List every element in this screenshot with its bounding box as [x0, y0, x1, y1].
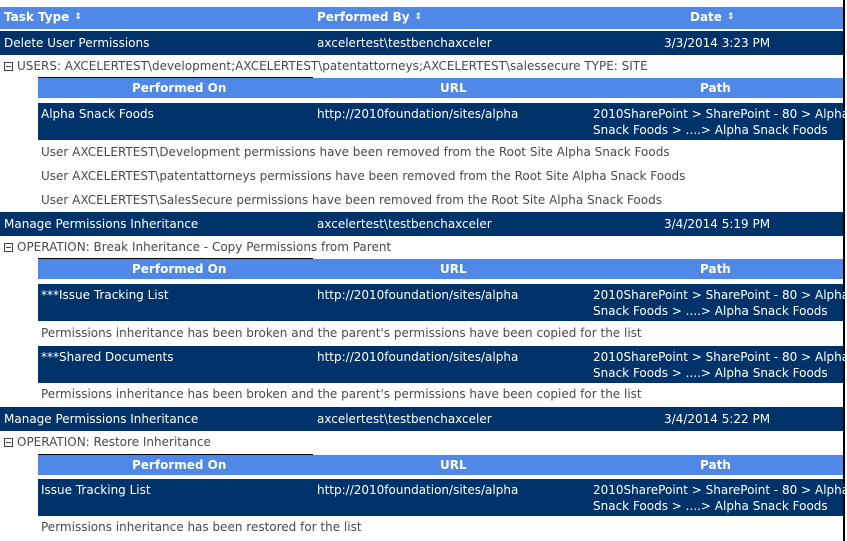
- detail-message: User AXCELERTEST\Development permissions…: [41, 145, 670, 159]
- detail-message: Permissions inheritance has been restore…: [41, 520, 362, 534]
- url: http://2010foundation/sites/alpha: [317, 350, 519, 364]
- table-header: Task Type ⇕ Performed By ⇕ Date ⇕: [0, 7, 843, 29]
- collapse-icon[interactable]: [4, 242, 13, 252]
- detail-row[interactable]: ***Shared Documents http://2010foundatio…: [38, 346, 847, 383]
- detail-row[interactable]: ***Issue Tracking List http://2010founda…: [38, 284, 847, 321]
- detail-row[interactable]: Alpha Snack Foods http://2010foundation/…: [38, 103, 847, 140]
- path: 2010SharePoint > SharePoint - 80 > Alpha…: [593, 349, 847, 381]
- sort-icon[interactable]: ⇕: [727, 13, 735, 22]
- audit-report: Task Type ⇕ Performed By ⇕ Date ⇕ Delete…: [0, 0, 847, 541]
- detail-row[interactable]: Issue Tracking List http://2010foundatio…: [38, 479, 847, 516]
- operation-row: OPERATION: Restore Inheritance: [4, 432, 211, 452]
- table-row[interactable]: Delete User Permissions axcelertest\test…: [0, 31, 843, 55]
- operation-row: OPERATION: Break Inheritance - Copy Perm…: [4, 237, 391, 257]
- column-header-url: URL: [440, 458, 467, 472]
- performed-by: axcelertest\testbenchaxceler: [317, 36, 492, 50]
- detail-message: User AXCELERTEST\patentattorneys permiss…: [41, 169, 686, 183]
- sort-performed-by[interactable]: Performed By ⇕: [317, 10, 422, 24]
- sort-date[interactable]: Date ⇕: [690, 10, 734, 24]
- operation-text: OPERATION: Restore Inheritance: [17, 435, 211, 449]
- column-header-url: URL: [440, 81, 467, 95]
- column-header-performed-by: Performed By: [317, 10, 410, 24]
- collapse-icon[interactable]: [4, 437, 13, 447]
- column-header-performed-on: Performed On: [132, 458, 227, 472]
- path: 2010SharePoint > SharePoint - 80 > Alpha…: [593, 287, 847, 319]
- performed-on: ***Issue Tracking List: [41, 288, 169, 302]
- operation-text: USERS: AXCELERTEST\development;AXCELERTE…: [17, 59, 648, 73]
- sort-icon[interactable]: ⇕: [415, 13, 423, 22]
- path: 2010SharePoint > SharePoint - 80 > Alpha…: [593, 482, 847, 514]
- date: 3/4/2014 5:22 PM: [664, 412, 771, 426]
- task-type: Delete User Permissions: [4, 36, 150, 50]
- column-header-url: URL: [440, 262, 467, 276]
- path-line: 2010SharePoint > SharePoint - 80 > Alpha: [593, 483, 847, 497]
- operation-row: USERS: AXCELERTEST\development;AXCELERTE…: [4, 56, 648, 76]
- path-line: Snack Foods > ....> Alpha Snack Foods: [593, 366, 828, 380]
- detail-message: User AXCELERTEST\SalesSecure permissions…: [41, 193, 662, 207]
- url: http://2010foundation/sites/alpha: [317, 483, 519, 497]
- path-line: 2010SharePoint > SharePoint - 80 > Alpha: [593, 350, 847, 364]
- performed-by: axcelertest\testbenchaxceler: [317, 217, 492, 231]
- performed-on: Alpha Snack Foods: [41, 107, 154, 121]
- column-header-path: Path: [700, 262, 731, 276]
- performed-on: Issue Tracking List: [41, 483, 151, 497]
- task-type: Manage Permissions Inheritance: [4, 217, 199, 231]
- performed-by: axcelertest\testbenchaxceler: [317, 412, 492, 426]
- path-line: Snack Foods > ....> Alpha Snack Foods: [593, 123, 828, 137]
- table-row[interactable]: Manage Permissions Inheritance axcelerte…: [0, 212, 843, 236]
- path-line: 2010SharePoint > SharePoint - 80 > Alpha: [593, 107, 847, 121]
- column-header-task-type: Task Type: [4, 10, 70, 24]
- column-header-performed-on: Performed On: [132, 81, 227, 95]
- sort-task-type[interactable]: Task Type ⇕: [4, 10, 82, 24]
- column-header-path: Path: [700, 458, 731, 472]
- sort-icon[interactable]: ⇕: [74, 13, 82, 22]
- path-line: 2010SharePoint > SharePoint - 80 > Alpha: [593, 288, 847, 302]
- task-type: Manage Permissions Inheritance: [4, 412, 199, 426]
- column-header-path: Path: [700, 81, 731, 95]
- url: http://2010foundation/sites/alpha: [317, 288, 519, 302]
- detail-header: Performed On URL Path: [38, 454, 843, 475]
- url: http://2010foundation/sites/alpha: [317, 107, 519, 121]
- detail-message: Permissions inheritance has been broken …: [41, 326, 642, 340]
- detail-header: Performed On URL Path: [38, 77, 843, 98]
- date: 3/4/2014 5:19 PM: [664, 217, 771, 231]
- path-line: Snack Foods > ....> Alpha Snack Foods: [593, 304, 828, 318]
- path-line: Snack Foods > ....> Alpha Snack Foods: [593, 499, 828, 513]
- performed-on: ***Shared Documents: [41, 350, 174, 364]
- table-row[interactable]: Manage Permissions Inheritance axcelerte…: [0, 407, 843, 431]
- path: 2010SharePoint > SharePoint - 80 > Alpha…: [593, 106, 847, 138]
- detail-message: Permissions inheritance has been broken …: [41, 387, 642, 401]
- column-header-date: Date: [690, 10, 722, 24]
- column-header-performed-on: Performed On: [132, 262, 227, 276]
- operation-text: OPERATION: Break Inheritance - Copy Perm…: [17, 240, 392, 254]
- detail-header: Performed On URL Path: [38, 258, 843, 279]
- collapse-icon[interactable]: [4, 61, 13, 71]
- date: 3/3/2014 3:23 PM: [664, 36, 771, 50]
